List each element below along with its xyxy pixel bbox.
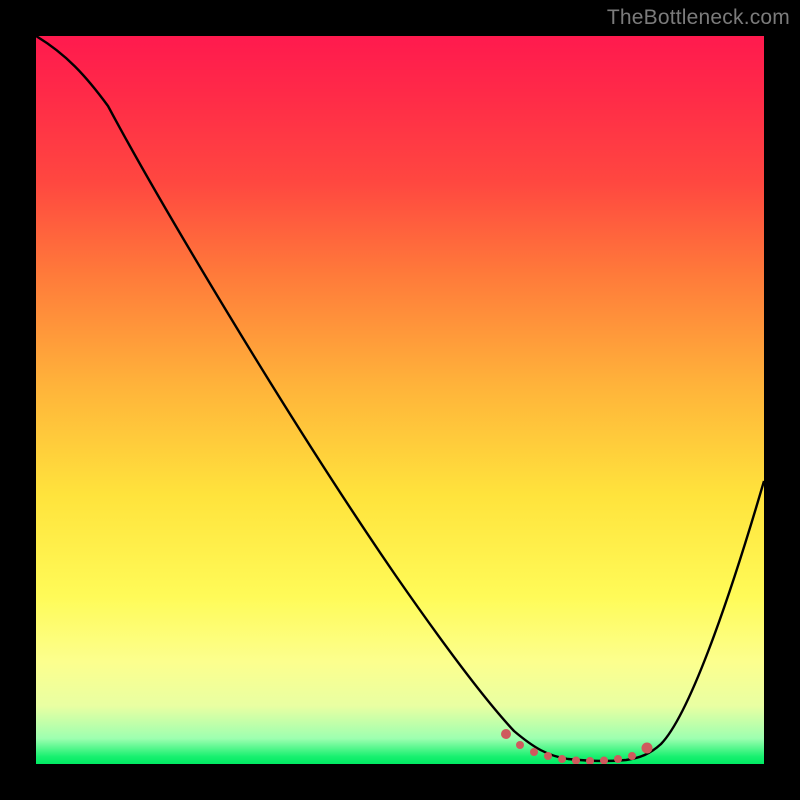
bottleneck-curve: [36, 36, 764, 761]
curve-svg: [36, 36, 764, 764]
gradient-plot-area: [36, 36, 764, 764]
chart-frame: TheBottleneck.com: [0, 0, 800, 800]
watermark-text: TheBottleneck.com: [607, 6, 790, 30]
optimal-range-dots: [501, 729, 653, 764]
